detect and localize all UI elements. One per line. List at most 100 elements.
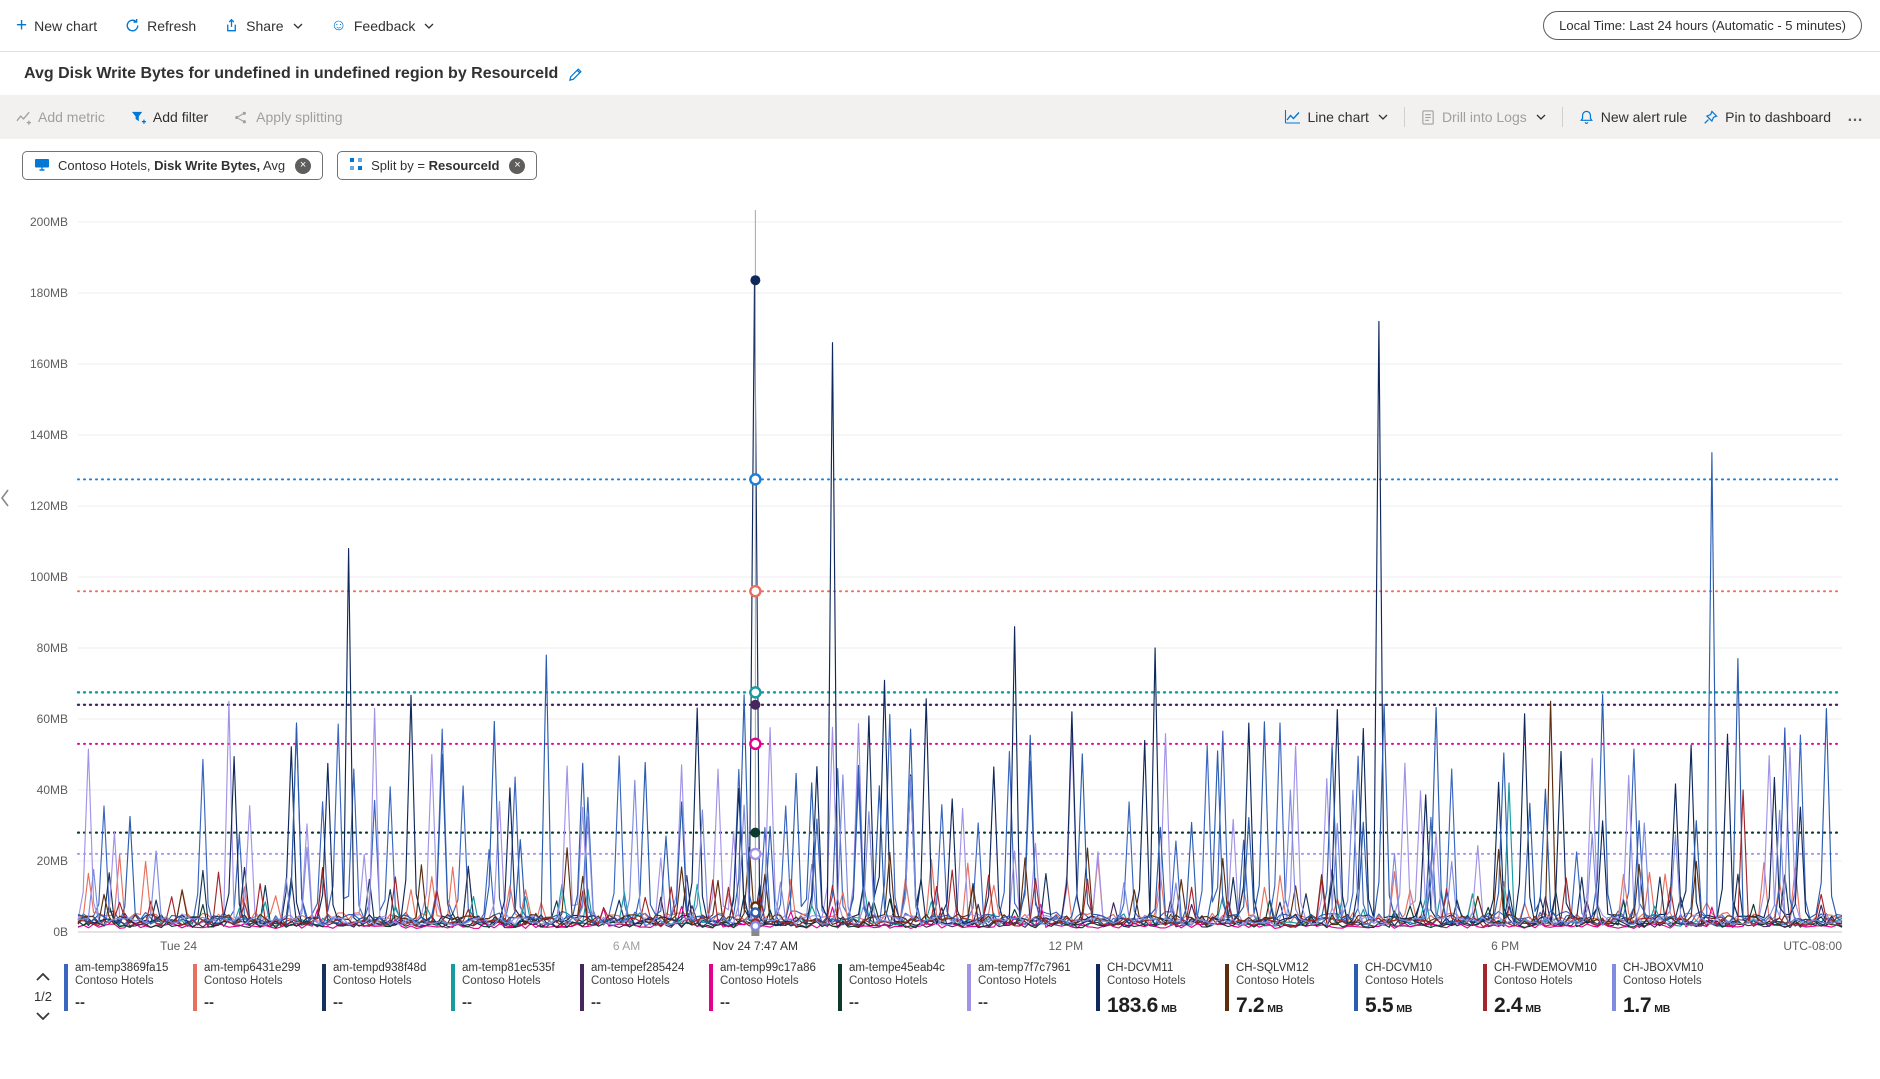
- legend-series-scope: Contoso Hotels: [1494, 975, 1573, 987]
- legend-series-scope: Contoso Hotels: [720, 975, 799, 987]
- chevron-down-icon: [1378, 114, 1388, 120]
- y-axis-label: 160MB: [30, 357, 68, 371]
- y-axis-label: 100MB: [30, 570, 68, 584]
- time-range-picker[interactable]: Local Time: Last 24 hours (Automatic - 5…: [1543, 11, 1862, 40]
- add-metric-icon: [16, 110, 31, 125]
- plus-icon: +: [16, 15, 28, 36]
- share-label: Share: [246, 17, 284, 34]
- new-chart-label: New chart: [34, 17, 98, 34]
- y-axis-label: 120MB: [30, 499, 68, 513]
- page-title: Avg Disk Write Bytes for undefined in un…: [24, 65, 559, 82]
- legend-series-name: am-temp6431e299: [204, 962, 301, 974]
- crosshair-dot: [750, 920, 761, 932]
- legend-page-down-button[interactable]: [36, 1007, 50, 1025]
- legend-items: am-temp3869fa15 Contoso Hotels -- am-temp64…: [64, 962, 1880, 1018]
- legend-color-bar: [838, 964, 842, 1011]
- collapse-panel-chevron-icon[interactable]: [0, 488, 10, 513]
- alert-bell-icon: [1579, 110, 1594, 125]
- add-filter-button[interactable]: Add filter: [131, 109, 208, 125]
- metric-pill[interactable]: Contoso Hotels, Disk Write Bytes, Avg ×: [22, 151, 324, 180]
- series-line-CH-SQLVM12: [77, 700, 1843, 926]
- split-pill[interactable]: Split by = ResourceId ×: [337, 151, 538, 180]
- legend-item-am-tempd938f48d[interactable]: am-tempd938f48d Contoso Hotels --: [322, 962, 451, 1018]
- legend-item-CH-DCVM11[interactable]: CH-DCVM11 Contoso Hotels 183.6 MB: [1096, 962, 1225, 1018]
- refresh-label: Refresh: [147, 17, 197, 34]
- feedback-button[interactable]: ☺ Feedback: [330, 16, 435, 34]
- pin-to-dashboard-button[interactable]: Pin to dashboard: [1703, 109, 1831, 125]
- legend-item-CH-FWDEMOVM10[interactable]: CH-FWDEMOVM10 Contoso Hotels 2.4 MB: [1483, 962, 1612, 1018]
- metric-pill-text: Contoso Hotels, Disk Write Bytes, Avg: [58, 158, 286, 173]
- y-axis-label: 20MB: [37, 854, 68, 868]
- feedback-label: Feedback: [353, 17, 416, 34]
- series-line-am-temp3869fa15: [77, 713, 1843, 926]
- legend-series-scope: Contoso Hotels: [333, 975, 412, 987]
- smiley-icon: ☺: [330, 16, 347, 34]
- y-axis-label: 0B: [53, 925, 68, 939]
- legend-color-bar: [64, 964, 68, 1011]
- legend-series-scope: Contoso Hotels: [849, 975, 928, 987]
- legend-color-bar: [1612, 964, 1616, 1011]
- chevron-up-icon: [36, 972, 50, 981]
- legend-series-scope: Contoso Hotels: [591, 975, 670, 987]
- metrics-explorer: + New chart Refresh Share ☺ Feedback Loc…: [0, 0, 1880, 1025]
- split-icon: [349, 157, 363, 174]
- legend-item-am-temp99c17a86[interactable]: am-temp99c17a86 Contoso Hotels --: [709, 962, 838, 1018]
- legend-series-name: CH-FWDEMOVM10: [1494, 962, 1597, 974]
- drill-into-logs-dropdown[interactable]: Drill into Logs: [1421, 109, 1546, 125]
- legend-series-value: --: [204, 994, 214, 1011]
- legend-series-value: --: [591, 994, 601, 1011]
- legend-color-bar: [967, 964, 971, 1011]
- crosshair-dot: [750, 907, 761, 918]
- legend-item-CH-JBOXVM10[interactable]: CH-JBOXVM10 Contoso Hotels 1.7 MB: [1612, 962, 1741, 1018]
- legend-series-scope: Contoso Hotels: [75, 975, 154, 987]
- crosshair-dot: [750, 699, 761, 710]
- refresh-button[interactable]: Refresh: [125, 18, 196, 34]
- close-icon[interactable]: ×: [295, 157, 312, 174]
- legend-series-value: 1.7 MB: [1623, 994, 1671, 1017]
- legend-item-am-temp6431e299[interactable]: am-temp6431e299 Contoso Hotels --: [193, 962, 322, 1018]
- new-alert-rule-button[interactable]: New alert rule: [1579, 109, 1687, 125]
- metrics-chart[interactable]: 200MB 180MB 160MB 140MB 120MB 100MB 80MB 60MB 40…: [0, 188, 1872, 958]
- legend-item-am-temp3869fa15[interactable]: am-temp3869fa15 Contoso Hotels --: [64, 962, 193, 1018]
- add-metric-button[interactable]: Add metric: [16, 109, 105, 125]
- monitor-icon: [34, 158, 50, 174]
- title-row: Avg Disk Write Bytes for undefined in un…: [0, 52, 1880, 93]
- legend-color-bar: [322, 964, 326, 1011]
- legend-series-name: am-tempd938f48d: [333, 962, 427, 974]
- legend-item-am-temp7f7c7961[interactable]: am-temp7f7c7961 Contoso Hotels --: [967, 962, 1096, 1018]
- legend-series-value: --: [462, 994, 472, 1011]
- more-options-button[interactable]: …: [1847, 108, 1864, 126]
- y-axis-label: 140MB: [30, 428, 68, 442]
- legend-series-scope: Contoso Hotels: [204, 975, 283, 987]
- drill-into-logs-label: Drill into Logs: [1441, 109, 1527, 125]
- x-axis-label: Nov 24 7:47 AM: [713, 939, 798, 953]
- split-pill-text: Split by = ResourceId: [371, 158, 500, 173]
- legend-item-am-tempe45eab4c[interactable]: am-tempe45eab4c Contoso Hotels --: [838, 962, 967, 1018]
- apply-splitting-button[interactable]: Apply splitting: [234, 109, 343, 125]
- y-axis-label: 180MB: [30, 286, 68, 300]
- refresh-icon: [125, 18, 140, 33]
- new-chart-button[interactable]: + New chart: [16, 16, 97, 35]
- legend-series-scope: Contoso Hotels: [1107, 975, 1186, 987]
- legend-series-name: am-temp99c17a86: [720, 962, 816, 974]
- legend-pager: 1/2: [22, 968, 64, 1025]
- legend-series-scope: Contoso Hotels: [1236, 975, 1315, 987]
- legend-page-up-button[interactable]: [36, 968, 50, 986]
- legend-item-am-tempef285424[interactable]: am-tempef285424 Contoso Hotels --: [580, 962, 709, 1018]
- share-button[interactable]: Share: [224, 18, 302, 34]
- edit-title-button[interactable]: [568, 67, 583, 82]
- close-icon[interactable]: ×: [509, 157, 526, 174]
- legend-series-value: 7.2 MB: [1236, 994, 1284, 1017]
- share-icon: [224, 18, 239, 33]
- series-line-am-temp7f7c7961: [77, 700, 1843, 926]
- legend-color-bar: [1096, 964, 1100, 1011]
- legend-series-value: --: [978, 994, 988, 1011]
- chart-type-dropdown[interactable]: Line chart: [1284, 109, 1388, 125]
- y-axis-label: 200MB: [30, 215, 68, 229]
- toolbar-divider: [1561, 107, 1563, 127]
- apply-splitting-label: Apply splitting: [256, 109, 343, 125]
- legend-item-CH-DCVM10[interactable]: CH-DCVM10 Contoso Hotels 5.5 MB: [1354, 962, 1483, 1018]
- legend-item-am-temp81ec535f[interactable]: am-temp81ec535f Contoso Hotels --: [451, 962, 580, 1018]
- series-line-CH-DCVM11: [77, 279, 1843, 926]
- legend-item-CH-SQLVM12[interactable]: CH-SQLVM12 Contoso Hotels 7.2 MB: [1225, 962, 1354, 1018]
